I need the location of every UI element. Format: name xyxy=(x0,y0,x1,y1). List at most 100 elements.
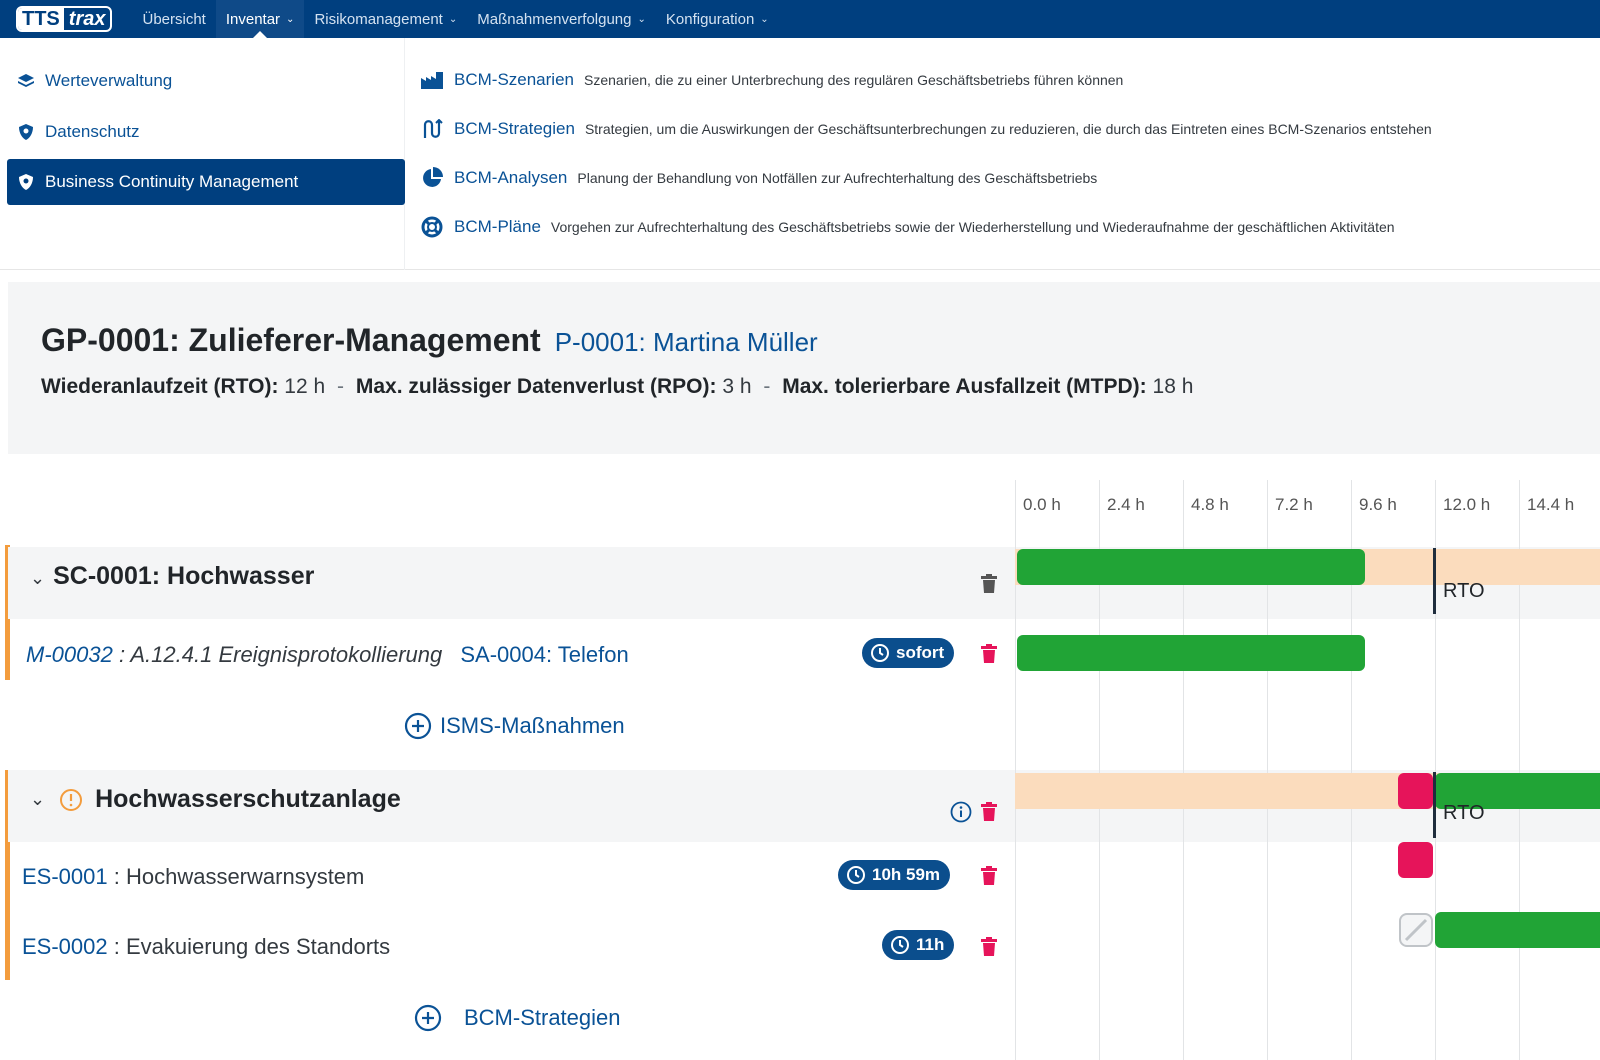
plus-circle-icon xyxy=(404,712,432,740)
rto-value: 12 h xyxy=(284,375,326,398)
rto-label: RTO xyxy=(1443,802,1485,824)
add-label: ISMS-Maßnahmen xyxy=(440,713,625,738)
submenu-bcm-strategien[interactable]: BCM-Strategien Strategien, um die Auswir… xyxy=(420,118,1432,140)
title-row: GP-0001: Zulieferer-Management P-0001: M… xyxy=(41,322,818,359)
info-icon[interactable] xyxy=(950,801,972,823)
rto-marker xyxy=(1433,548,1436,614)
add-bcm-strategies-button[interactable]: BCM-Strategien xyxy=(414,1004,621,1032)
submenu-description: Szenarien, die zu einer Unterbrechung de… xyxy=(584,72,1124,88)
nav-konfiguration[interactable]: Konfiguration ⌄ xyxy=(656,0,779,38)
menu-item-label: Business Continuity Management xyxy=(45,172,299,191)
submenu-title: BCM-Pläne xyxy=(454,217,541,236)
nav-risikomanagement[interactable]: Risikomanagement ⌄ xyxy=(304,0,467,38)
menu-item-bcm[interactable]: Business Continuity Management xyxy=(7,159,405,205)
tick-label: 2.4 h xyxy=(1107,495,1145,514)
chevron-down-icon: ⌄ xyxy=(286,13,295,25)
scenario-recovery-bar[interactable] xyxy=(1017,549,1365,585)
trash-icon[interactable] xyxy=(980,644,998,664)
add-label: BCM-Strategien xyxy=(464,1005,621,1030)
group-title: SC-0001: Hochwasser xyxy=(53,562,315,590)
chevron-down-icon: ⌄ xyxy=(448,13,458,25)
submenu-title: BCM-Szenarien xyxy=(454,70,574,89)
submenu-description: Vorgehen zur Aufrechterhaltung des Gesch… xyxy=(550,219,1395,235)
mtpd-label: Max. tolerierbare Ausfallzeit (MTPD): xyxy=(782,375,1147,398)
submenu-title: BCM-Strategien xyxy=(454,119,575,138)
strategy-name: Evakuierung des Standorts xyxy=(125,934,391,959)
strategy-id-link[interactable]: ES-0001 xyxy=(22,864,108,889)
measure-id-link[interactable]: M-00032 xyxy=(26,642,113,667)
factory-icon xyxy=(420,69,444,91)
strategy-row-es-0001: ES-0001 : Hochwasserwarnsystem xyxy=(22,864,364,890)
nav-label: Inventar xyxy=(225,10,281,28)
nav-label: Konfiguration xyxy=(665,10,755,28)
badge-label: 11h xyxy=(916,935,945,954)
rto-label: RTO xyxy=(1443,580,1485,602)
not-applicable-icon xyxy=(1399,913,1433,947)
separator: - xyxy=(763,375,771,398)
add-isms-measures-button[interactable]: ISMS-Maßnahmen xyxy=(404,712,625,740)
group-title: Hochwasserschutzanlage xyxy=(95,785,401,813)
strategy-gap-marker[interactable] xyxy=(1398,773,1433,809)
tick-label: 12.0 h xyxy=(1443,495,1491,514)
chevron-down-icon[interactable]: ⌄ xyxy=(30,568,45,589)
badge-label: 10h 59m xyxy=(872,865,941,884)
layers-icon xyxy=(17,72,35,90)
warning-circle-icon xyxy=(60,788,83,811)
submenu-bcm-szenarien[interactable]: BCM-Szenarien Szenarien, die zu einer Un… xyxy=(420,69,1123,91)
tick-label: 7.2 h xyxy=(1275,495,1313,514)
gantt-timeline: 0.0 h 2.4 h 4.8 h 7.2 h 9.6 h 12.0 h 14.… xyxy=(1015,470,1600,1060)
submenu-bcm-plaene[interactable]: BCM-Pläne Vorgehen zur Aufrechterhaltung… xyxy=(420,216,1395,238)
nav-inventar[interactable]: Inventar ⌄ xyxy=(215,0,305,38)
tick-label: 4.8 h xyxy=(1191,495,1229,514)
trash-icon[interactable] xyxy=(980,802,998,822)
strategy-id-link[interactable]: ES-0002 xyxy=(22,934,108,959)
recovery-metrics: Wiederanlaufzeit (RTO): 12 h - Max. zulä… xyxy=(41,375,1193,399)
shield-icon xyxy=(17,123,35,141)
logo-trax: trax xyxy=(68,8,106,30)
separator: - xyxy=(337,375,345,398)
chevron-down-icon[interactable]: ⌄ xyxy=(30,789,45,810)
bcm-submenu: BCM-Szenarien Szenarien, die zu einer Un… xyxy=(420,38,1600,270)
es-0002-bar[interactable] xyxy=(1435,912,1600,948)
submenu-description: Strategien, um die Auswirkungen der Gesc… xyxy=(584,121,1432,137)
chevron-down-icon: ⌄ xyxy=(637,13,646,25)
rto-label: Wiederanlaufzeit (RTO): xyxy=(41,375,279,398)
menu-item-werteverwaltung[interactable]: Werteverwaltung xyxy=(7,58,405,104)
process-owner-link[interactable]: P-0001: Martina Müller xyxy=(555,327,818,358)
clock-icon xyxy=(891,936,909,954)
clock-icon xyxy=(871,644,889,662)
main-nav: Übersicht Inventar ⌄ Risikomanagement ⌄ Ma… xyxy=(132,0,778,38)
trash-icon[interactable] xyxy=(980,574,998,594)
time-badge: 10h 59m xyxy=(838,860,951,890)
chevron-down-icon: ⌄ xyxy=(760,13,769,25)
submenu-title: BCM-Analysen xyxy=(454,168,568,187)
nav-massnahmenverfolgung[interactable]: Maßnahmenverfolgung ⌄ xyxy=(467,0,656,38)
rpo-value: 3 h xyxy=(722,375,752,398)
tick-label: 0.0 h xyxy=(1023,495,1061,514)
ttstrax-logo[interactable]: TTS trax xyxy=(16,6,113,32)
measure-row-m-00032: M-00032 : A.12.4.1 Ereignisprotokollieru… xyxy=(26,642,629,668)
tick-label: 14.4 h xyxy=(1527,495,1575,514)
plus-circle-icon xyxy=(414,1004,442,1032)
badge-label: sofort xyxy=(896,643,945,662)
time-badge: sofort xyxy=(862,638,955,668)
measure-bar[interactable] xyxy=(1017,635,1365,671)
menu-item-datenschutz[interactable]: Datenschutz xyxy=(7,109,405,155)
asset-link[interactable]: SA-0004: Telefon xyxy=(460,642,628,667)
group-title-row[interactable]: ⌄ Hochwasserschutzanlage xyxy=(30,785,401,814)
trash-icon[interactable] xyxy=(980,866,998,886)
trash-icon[interactable] xyxy=(980,937,998,957)
pie-chart-icon xyxy=(420,167,444,189)
lifebuoy-icon xyxy=(420,216,444,238)
es-0001-bar[interactable] xyxy=(1398,842,1433,878)
shield-icon xyxy=(17,173,35,191)
clock-icon xyxy=(847,866,865,884)
submenu-description: Planung der Behandlung von Notfällen zur… xyxy=(577,170,1098,186)
time-badge: 11h xyxy=(882,930,955,960)
logo-tts: TTS xyxy=(18,8,64,30)
tick-label: 9.6 h xyxy=(1359,495,1397,514)
group-title-row[interactable]: ⌄ SC-0001: Hochwasser xyxy=(30,562,314,591)
strategy-name: Hochwasserwarnsystem xyxy=(125,864,365,889)
nav-uebersicht[interactable]: Übersicht xyxy=(132,0,215,38)
submenu-bcm-analysen[interactable]: BCM-Analysen Planung der Behandlung von … xyxy=(420,167,1097,189)
